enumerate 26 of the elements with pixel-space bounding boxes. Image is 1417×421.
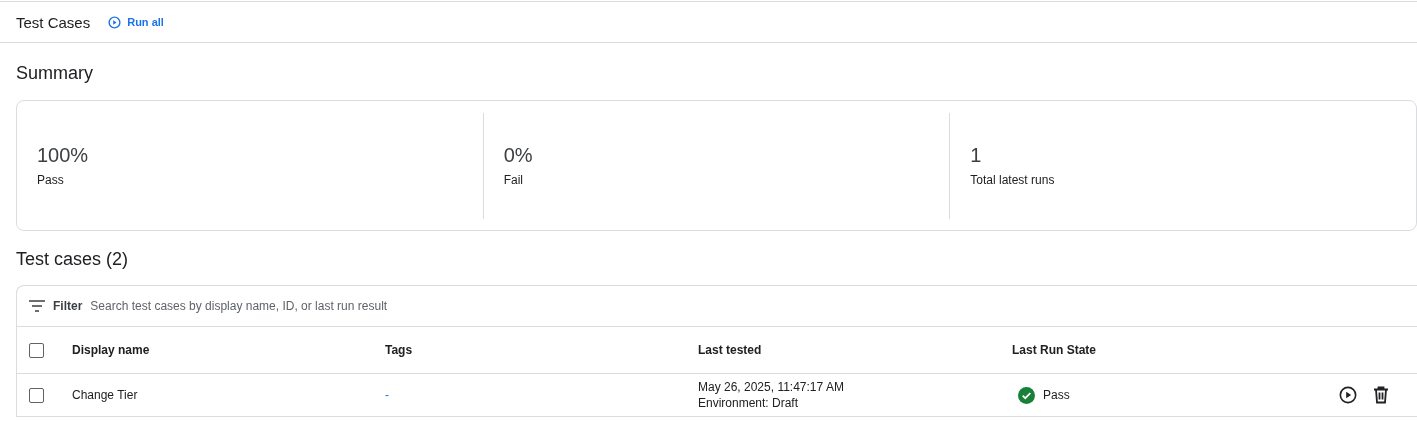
column-header: Tags <box>385 343 414 357</box>
status-text: Pass <box>1043 388 1070 402</box>
table-cell-text: Environment: Draft <box>698 396 800 410</box>
stat-value: 0% <box>503 144 534 167</box>
column-header: Display name <box>72 343 151 357</box>
run-all-button[interactable]: Run all <box>106 13 166 31</box>
section-title: Summary <box>15 63 94 84</box>
stat-label: Fail <box>503 173 524 187</box>
table-cell-text: Change Tier <box>72 388 139 402</box>
stat-value: 1 <box>970 144 983 167</box>
run-icon[interactable] <box>1339 386 1357 404</box>
checkbox[interactable] <box>29 342 44 358</box>
checkbox[interactable] <box>29 387 44 403</box>
stat-label: Total latest runs <box>970 173 1056 187</box>
stat-label: Pass <box>37 173 65 187</box>
filter-icon <box>29 300 45 312</box>
filter-button[interactable]: Filter <box>29 299 83 313</box>
table-cell-text: May 26, 2025, 11:47:17 AM <box>698 380 845 394</box>
column-header: Last tested <box>698 343 763 357</box>
play-circle-icon <box>108 15 122 29</box>
page-title: Test Cases <box>16 13 91 31</box>
section-title: Test cases (2) <box>15 249 130 270</box>
delete-icon[interactable] <box>1373 386 1389 404</box>
table-cell-text: - <box>385 388 390 402</box>
stat-value: 100% <box>37 144 90 167</box>
column-header: Last Run State <box>1012 343 1097 357</box>
